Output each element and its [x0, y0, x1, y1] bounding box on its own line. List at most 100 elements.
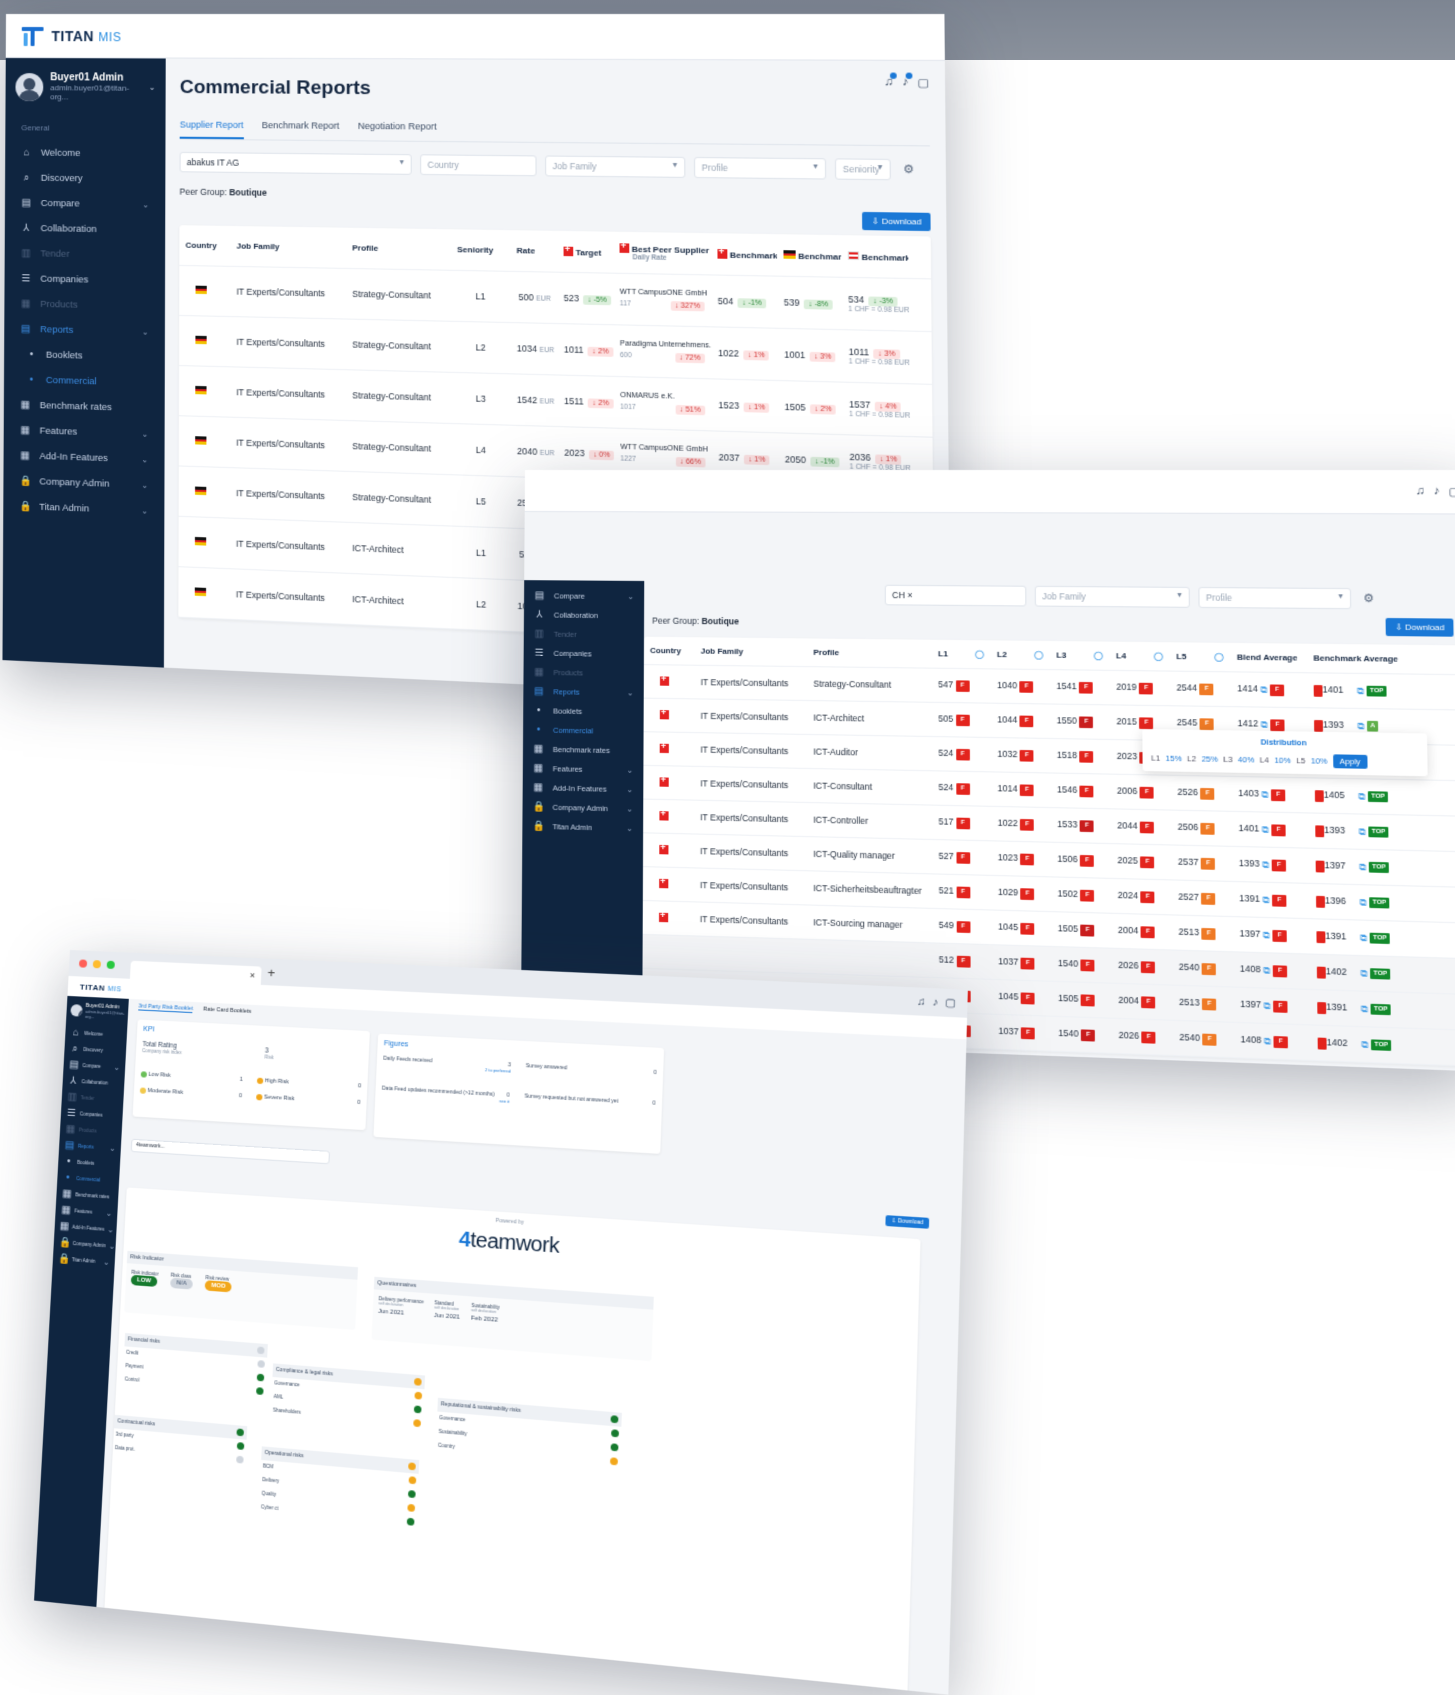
rating-flag-icon[interactable]: F	[955, 679, 970, 692]
sidebar-item-tender[interactable]: ▥ Tender	[524, 624, 644, 644]
notification-icon[interactable]: ♫	[884, 76, 893, 90]
rating-flag-icon[interactable]: F	[1202, 1033, 1217, 1046]
rating-flag-icon[interactable]: F	[1200, 787, 1215, 800]
col-target[interactable]: Target	[557, 246, 613, 257]
rating-flag-icon[interactable]: F	[1080, 889, 1095, 902]
supplier-search-input[interactable]: 4teamwork...	[130, 1138, 331, 1165]
apply-button[interactable]: Apply	[1332, 754, 1368, 769]
info-icon[interactable]: ◯	[1094, 651, 1104, 661]
tab-negotiation-report[interactable]: Negotiation Report	[358, 121, 437, 141]
close-window-icon[interactable]	[78, 959, 88, 968]
rating-flag-icon[interactable]: F	[1081, 1028, 1096, 1042]
copy-icon[interactable]: ⧉	[1261, 789, 1268, 801]
rating-flag-icon[interactable]: F	[1273, 1035, 1289, 1048]
sidebar-item-commercial[interactable]: • Commercial	[523, 720, 644, 741]
rating-flag-icon[interactable]: F	[1141, 1031, 1156, 1044]
notification-icon[interactable]: ♫	[1416, 485, 1425, 499]
rating-flag-icon[interactable]: F	[1201, 927, 1216, 940]
copy-icon[interactable]: ⧉	[1360, 897, 1367, 909]
rating-flag-icon[interactable]: F	[956, 920, 971, 933]
rating-flag-icon[interactable]: F	[1079, 750, 1094, 763]
copy-icon[interactable]: ⧉	[1360, 932, 1367, 944]
col-benchmark-at[interactable]: Benchmark	[841, 250, 908, 262]
sidebar-item-reports[interactable]: ▤ Reports ⌄	[4, 316, 165, 345]
sidebar-item-titan-admin[interactable]: 🔒 Titan Admin ⌄	[522, 816, 643, 838]
rating-flag-icon[interactable]: F	[1080, 854, 1095, 867]
supplier-select[interactable]: abakus IT AG ▼	[179, 151, 412, 175]
rating-flag-icon[interactable]: F	[955, 817, 970, 829]
rating-flag-icon[interactable]: F	[1272, 894, 1287, 907]
rating-flag-icon[interactable]: F	[1202, 997, 1217, 1011]
rating-flag-icon[interactable]: F	[1020, 887, 1035, 900]
rating-flag-icon[interactable]: F	[1019, 680, 1034, 693]
rating-flag-icon[interactable]: F	[1020, 853, 1035, 866]
sidebar-item-collaboration[interactable]: ⅄ Collaboration	[524, 605, 644, 625]
rating-flag-icon[interactable]: F	[1079, 716, 1094, 728]
sidebar-item-add-in-features[interactable]: ▦ Add-In Features ⌄	[523, 778, 644, 800]
alert-bell-icon[interactable]: ♪	[902, 76, 908, 90]
distribution-value[interactable]: 10%	[1311, 756, 1328, 766]
rating-flag-icon[interactable]: F	[1079, 681, 1094, 694]
chat-icon[interactable]: ▢	[918, 76, 930, 90]
col-benchmark-average[interactable]: Benchmark Average	[1307, 653, 1406, 664]
col-country[interactable]: Country	[179, 240, 230, 251]
copy-icon[interactable]: ⧉	[1262, 859, 1269, 871]
rating-flag-icon[interactable]: F	[956, 851, 970, 864]
copy-icon[interactable]: ⧉	[1262, 894, 1269, 906]
rating-flag-icon[interactable]: F	[1021, 1026, 1036, 1040]
distribution-value[interactable]: 40%	[1238, 755, 1254, 765]
figure-link[interactable]: see it	[499, 1098, 509, 1104]
rating-flag-icon[interactable]: F	[1271, 824, 1286, 837]
col-benchmark-de[interactable]: Benchmark	[777, 249, 841, 261]
rating-flag-icon[interactable]: F	[1273, 1000, 1288, 1013]
sidebar-item-companies[interactable]: ☰ Companies	[4, 266, 165, 294]
copy-icon[interactable]: ⧉	[1264, 1000, 1271, 1012]
rating-flag-icon[interactable]: F	[956, 955, 971, 968]
col-job-family[interactable]: Job Family	[230, 241, 346, 252]
rating-flag-icon[interactable]: F	[1080, 924, 1095, 937]
col-job-family[interactable]: Job Family	[695, 646, 808, 656]
figure-link[interactable]: 2 to preferred	[485, 1067, 511, 1074]
user-profile[interactable]: Buyer01 Admin admin.buyer01@titan-org...…	[5, 58, 165, 122]
col-blend-average[interactable]: Blend Average	[1230, 652, 1306, 662]
download-button[interactable]: ⇩ Download	[885, 1215, 930, 1229]
col-l3[interactable]: L3 ◯	[1050, 650, 1110, 660]
info-icon[interactable]: ◯	[1214, 652, 1224, 662]
col-l1[interactable]: L1 ◯	[932, 649, 991, 659]
col-l4[interactable]: L4 ◯	[1110, 651, 1170, 661]
col-l5[interactable]: L5 ◯	[1170, 652, 1231, 662]
col-profile[interactable]: Profile	[807, 648, 932, 659]
country-input[interactable]: Country	[420, 154, 537, 177]
copy-icon[interactable]: ⧉	[1361, 1003, 1368, 1015]
profile-select[interactable]: Profile ▼	[693, 156, 827, 180]
rating-flag-icon[interactable]: F	[1019, 749, 1034, 762]
rating-flag-icon[interactable]: F	[1080, 959, 1095, 972]
sidebar-item-discovery[interactable]: ⌕ Discovery	[5, 165, 165, 192]
rating-flag-icon[interactable]: F	[1141, 995, 1156, 1009]
rating-flag-icon[interactable]: F	[1020, 922, 1035, 935]
rating-flag-icon[interactable]: F	[1140, 925, 1155, 938]
copy-icon[interactable]: ⧉	[1360, 967, 1367, 979]
tab-supplier-report[interactable]: Supplier Report	[179, 119, 244, 140]
rating-flag-icon[interactable]: F	[1141, 960, 1156, 973]
rating-flag-icon[interactable]: F	[1199, 717, 1215, 730]
settings-gear-icon[interactable]: ⚙	[900, 159, 918, 181]
rating-flag-icon[interactable]: F	[1079, 785, 1094, 798]
info-icon[interactable]: ◯	[975, 650, 984, 659]
alert-bell-icon[interactable]: ♪	[1434, 485, 1440, 499]
sidebar-item-products[interactable]: ▦ Products	[4, 291, 165, 320]
tab-benchmark-report[interactable]: Benchmark Report	[262, 120, 339, 140]
rating-flag-icon[interactable]: F	[1139, 786, 1154, 799]
info-icon[interactable]: ◯	[1034, 650, 1044, 659]
copy-icon[interactable]: ⧉	[1359, 826, 1366, 838]
copy-icon[interactable]: ⧉	[1361, 1039, 1368, 1051]
copy-icon[interactable]: ⧉	[1359, 861, 1366, 873]
rating-flag-icon[interactable]: F	[1140, 890, 1155, 903]
rating-flag-icon[interactable]: F	[955, 714, 970, 726]
new-tab-icon[interactable]: +	[267, 964, 275, 980]
rating-flag-icon[interactable]: F	[1200, 857, 1216, 870]
copy-icon[interactable]: ⧉	[1263, 929, 1270, 941]
sidebar-item-welcome[interactable]: ⌂ Welcome	[5, 140, 165, 167]
sidebar-item-tender[interactable]: ▥ Tender	[5, 241, 166, 269]
questionnaire-item[interactable]: Sustainability self declaration Feb 2022	[471, 1303, 500, 1324]
